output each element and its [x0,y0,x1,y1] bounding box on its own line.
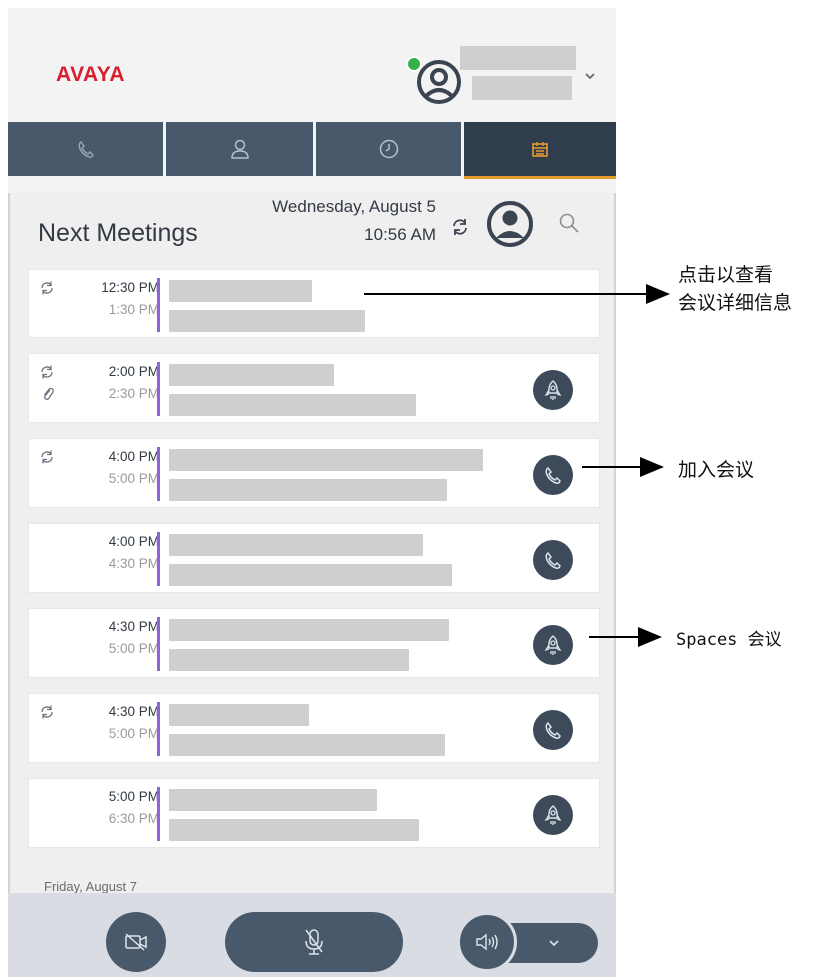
avaya-logo: AVAYA [56,63,126,86]
meeting-row[interactable]: 4:00 PM 5:00 PM [28,438,600,508]
meeting-location-redacted [169,734,445,756]
callout-view-details-line2: 会议详细信息 [678,293,793,314]
recurring-icon [41,281,53,295]
recurring-icon [41,450,53,464]
user-name-redacted [460,46,576,70]
meeting-location-redacted [169,649,409,671]
app-header: AVAYA [8,8,616,120]
phone-icon [545,466,561,484]
callout-join-meeting: 加入会议 [678,460,755,481]
meeting-row[interactable]: 4:30 PM 5:00 PM [28,693,600,763]
meeting-subject-redacted [169,280,312,302]
phone-icon [545,551,561,569]
spaces-icon [544,805,562,825]
meeting-start-time: 12:30 PM [101,280,159,295]
chevron-down-icon[interactable] [581,67,599,85]
meetings-panel: Next Meetings Wednesday, August 5 10:56 … [8,193,616,894]
meeting-start-time: 4:30 PM [108,704,159,719]
phone-icon [78,141,94,158]
recurring-icon [41,705,53,719]
meeting-subject-redacted [169,364,334,386]
contact-icon [230,139,249,159]
main-tabs [8,122,616,179]
meeting-end-time: 5:00 PM [108,641,159,656]
meeting-accent-bar [157,532,160,586]
mute-button[interactable] [225,912,403,972]
meeting-accent-bar [157,702,160,756]
spaces-icon [544,380,562,400]
meeting-end-time: 5:00 PM [108,726,159,741]
user-avatar-icon[interactable] [417,60,461,104]
join-spaces-button[interactable] [533,795,573,835]
attachment-icon [43,387,54,400]
join-spaces-button[interactable] [533,370,573,410]
meeting-accent-bar [157,278,160,332]
video-toggle-button[interactable] [106,912,166,972]
meeting-row[interactable]: 4:00 PM 4:30 PM [28,523,600,593]
phone-icon [545,721,561,739]
meeting-end-time: 6:30 PM [108,811,159,826]
meeting-end-time: 2:30 PM [108,386,159,401]
meeting-row[interactable]: 2:00 PM 2:30 PM [28,353,600,423]
mic-off-icon [305,929,323,955]
meeting-row[interactable]: 5:00 PM 6:30 PM [28,778,600,848]
meeting-subject-redacted [169,449,483,471]
presence-status-icon [406,56,422,72]
speaker-button[interactable] [457,912,517,972]
meeting-start-time: 4:00 PM [108,534,159,549]
meeting-location-redacted [169,564,452,586]
meeting-start-time: 4:30 PM [108,619,159,634]
calendar-icon [532,142,548,157]
join-spaces-button[interactable] [533,625,573,665]
refresh-icon[interactable] [450,217,470,237]
video-off-icon [125,933,147,951]
join-call-button[interactable] [533,540,573,580]
tab-calendar[interactable] [464,122,616,179]
meeting-accent-bar [157,787,160,841]
meeting-row[interactable]: 4:30 PM 5:00 PM [28,608,600,678]
meeting-end-time: 5:00 PM [108,471,159,486]
meeting-accent-bar [157,617,160,671]
search-icon[interactable] [557,211,581,235]
tab-contacts[interactable] [166,122,316,176]
meeting-end-time: 1:30 PM [108,302,159,317]
page-title: Next Meetings [38,219,198,247]
meeting-subject-redacted [169,704,309,726]
chevron-down-icon[interactable] [545,934,563,952]
user-status-redacted [472,76,572,100]
profile-icon[interactable] [487,201,533,247]
tab-calls[interactable] [8,122,166,176]
meeting-subject-redacted [169,619,449,641]
clock-icon [379,139,398,159]
join-call-button[interactable] [533,455,573,495]
meeting-location-redacted [169,479,447,501]
meeting-end-time: 4:30 PM [108,556,159,571]
meeting-subject-redacted [169,789,377,811]
current-time: 10:56 AM [364,225,436,244]
meeting-start-time: 2:00 PM [108,364,159,379]
meeting-location-redacted [169,310,365,332]
meeting-start-time: 4:00 PM [108,449,159,464]
tab-history[interactable] [316,122,464,176]
meeting-location-redacted [169,394,416,416]
meeting-location-redacted [169,819,419,841]
meeting-row[interactable]: 12:30 PM 1:30 PM [28,269,600,338]
call-controls-bar [8,893,616,977]
spaces-icon [544,635,562,655]
meeting-accent-bar [157,362,160,416]
callout-spaces-meeting: Spaces 会议 [676,630,782,650]
meeting-accent-bar [157,447,160,501]
meeting-start-time: 5:00 PM [108,789,159,804]
next-day-label: Friday, August 7 [44,879,137,894]
app-window: AVAYA Next Meetings Wednesday, August 5 … [8,8,616,977]
speaker-icon [476,933,498,951]
meeting-subject-redacted [169,534,423,556]
meetings-list: 12:30 PM 1:30 PM 2:00 PM 2:30 PM 4:00 PM 5:00… [28,269,600,863]
callout-view-details-line1: 点击以查看 [678,265,774,286]
callout-view-details: 点击以查看 会议详细信息 [678,262,792,318]
join-call-button[interactable] [533,710,573,750]
current-date: Wednesday, August 5 [272,197,436,216]
recurring-icon [41,365,53,379]
